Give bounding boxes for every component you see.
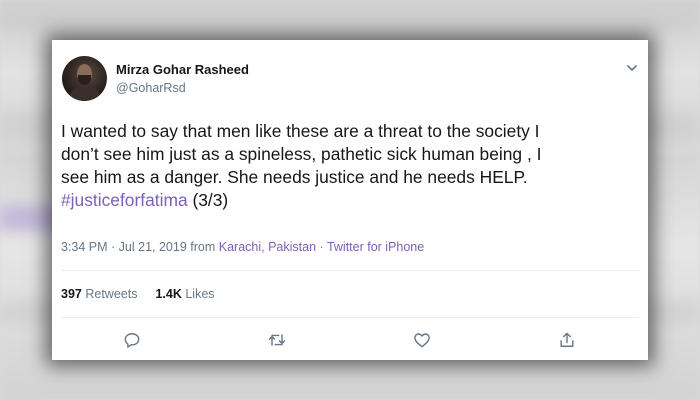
engagement-stats: 397 Retweets 1.4K Likes [61,287,215,301]
author-handle[interactable]: @GoharRsd [116,81,186,95]
tweet-text-line: don’t see him just as a spineless, pathe… [61,144,542,164]
retweets-stat[interactable]: 397 Retweets [61,287,137,301]
location-link[interactable]: Karachi, Pakistan [219,240,316,254]
divider [61,317,639,318]
thread-marker: (3/3) [192,190,229,210]
meta-separator: · [319,240,324,254]
action-bar [52,330,648,352]
heart-icon[interactable] [412,330,434,352]
author-name[interactable]: Mirza Gohar Rasheed [116,62,249,77]
retweet-icon[interactable] [267,330,289,352]
tweet-timestamp[interactable]: 3:34 PM · Jul 21, 2019 [61,240,187,254]
avatar[interactable] [62,56,107,101]
divider [61,270,639,271]
share-icon[interactable] [557,330,579,352]
tweet-meta: 3:34 PM · Jul 21, 2019 from Karachi, Pak… [61,240,424,254]
likes-stat[interactable]: 1.4K Likes [155,287,214,301]
hashtag-link[interactable]: #justiceforfatima [61,190,188,210]
from-label: from [190,240,216,254]
background-band [0,12,700,32]
likes-label: Likes [185,287,215,301]
tweet-text-line: see him as a danger. She needs justice a… [61,167,528,187]
chevron-down-icon[interactable] [624,60,640,76]
tweet-card: Mirza Gohar Rasheed @GoharRsd I wanted t… [52,40,648,360]
tweet-text: I wanted to say that men like these are … [61,120,641,212]
retweets-label: Retweets [85,287,138,301]
client-link[interactable]: Twitter for iPhone [327,240,424,254]
likes-count: 1.4K [155,287,182,301]
reply-icon[interactable] [122,330,144,352]
tweet-text-line: #justiceforfatima (3/3) [61,189,641,212]
tweet-text-line: I wanted to say that men like these are … [61,121,540,141]
retweets-count: 397 [61,287,82,301]
